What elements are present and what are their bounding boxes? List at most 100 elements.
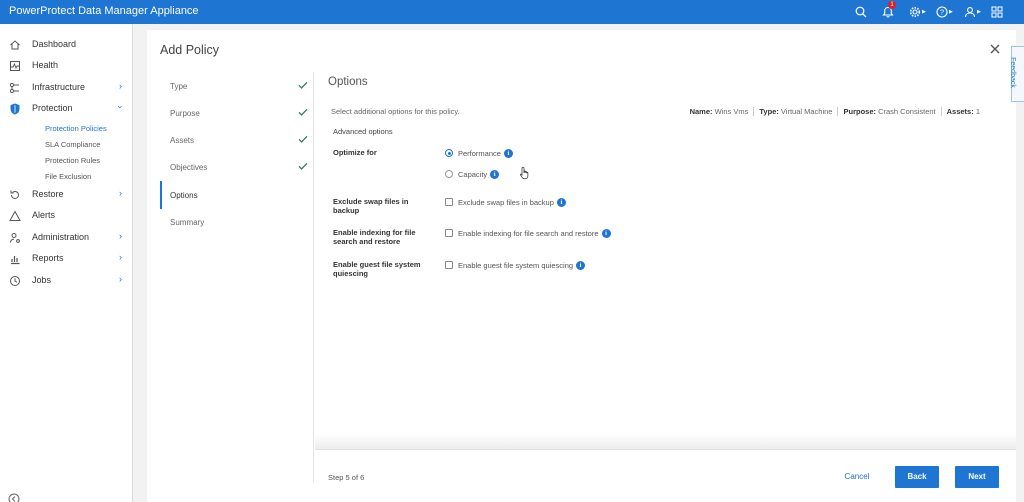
options-panel: Options Select additional options for th…: [315, 72, 1000, 442]
svg-text:?: ?: [940, 8, 944, 17]
notifications-icon[interactable]: 1: [882, 1, 896, 20]
enable-indexing-label: Enable indexing for file search and rest…: [333, 228, 416, 246]
sidebar-item-alerts[interactable]: Alerts: [0, 207, 133, 225]
wizard-step-objectives[interactable]: Objectives: [160, 153, 314, 181]
settings-gear-icon[interactable]: ▶: [909, 4, 926, 20]
sidebar-item-protection[interactable]: Protection ›: [0, 100, 133, 118]
caret-right-icon: ▶: [949, 9, 953, 15]
enable-indexing-checkbox[interactable]: [445, 229, 453, 237]
sidebar-item-jobs[interactable]: Jobs ›: [0, 272, 133, 290]
checkbox-label: Enable indexing for file search and rest…: [458, 228, 599, 238]
checkmark-icon: [298, 162, 308, 170]
footer-divider: [315, 434, 1016, 449]
restore-icon: [10, 190, 19, 199]
exclude-swap-label: Exclude swap files in backup: [333, 197, 409, 215]
sidebar-item-label: Administration: [32, 232, 90, 242]
search-icon[interactable]: [855, 4, 867, 20]
chevron-right-icon: ›: [119, 231, 122, 241]
collapse-sidebar-icon[interactable]: [8, 493, 20, 502]
sidebar-item-label: Reports: [32, 253, 64, 263]
radio-capacity[interactable]: Capacity i: [445, 169, 500, 179]
reports-icon: [11, 256, 20, 265]
section-subtitle: Select additional options for this polic…: [331, 107, 460, 116]
guest-quiescing-label: Enable guest file system quiescing: [333, 260, 421, 278]
radio-label: Performance: [458, 148, 501, 158]
sidebar-subitem-file-exclusion[interactable]: File Exclusion: [45, 172, 91, 181]
info-icon[interactable]: i: [490, 169, 500, 179]
sidebar-subitem-protection-policies[interactable]: Protection Policies: [45, 124, 107, 133]
info-icon[interactable]: i: [576, 260, 586, 270]
home-icon: [10, 40, 20, 50]
exclude-swap-checkbox-row[interactable]: Exclude swap files in backup i: [445, 197, 566, 207]
infrastructure-icon: [9, 82, 19, 94]
policy-summary-meta: Name: Wins Vms Type: Virtual Machine Pur…: [685, 107, 985, 116]
sidebar-item-restore[interactable]: Restore ›: [0, 186, 133, 204]
jobs-icon: [10, 276, 20, 286]
chevron-right-icon: ›: [119, 81, 122, 91]
step-label: Type: [170, 82, 188, 91]
sidebar-item-reports[interactable]: Reports ›: [0, 250, 133, 268]
checkmark-icon: [298, 108, 308, 116]
apps-grid-icon[interactable]: [991, 4, 1003, 20]
wizard-step-type[interactable]: Type: [160, 72, 314, 100]
info-icon[interactable]: i: [503, 148, 513, 158]
guest-quiescing-checkbox-row[interactable]: Enable guest file system quiescing i: [445, 260, 586, 270]
sidebar-item-administration[interactable]: Administration ›: [0, 229, 133, 247]
meta-type-value: Virtual Machine: [780, 107, 833, 116]
user-icon[interactable]: ▶: [964, 4, 981, 20]
radio-label: Capacity: [458, 169, 488, 179]
guest-quiescing-checkbox[interactable]: [445, 261, 453, 269]
sidebar-item-label: Alerts: [32, 210, 56, 220]
cancel-button[interactable]: Cancel: [837, 466, 877, 488]
close-icon[interactable]: [989, 43, 1001, 55]
info-icon[interactable]: i: [556, 197, 566, 207]
meta-name-value: Wins Vms: [714, 107, 749, 116]
next-button[interactable]: Next: [955, 466, 999, 488]
feedback-label: Feedback: [1008, 57, 1016, 88]
info-icon[interactable]: i: [601, 228, 611, 238]
wizard-step-purpose[interactable]: Purpose: [160, 99, 314, 127]
sidebar-item-health[interactable]: Health: [0, 57, 133, 75]
back-button[interactable]: Back: [895, 466, 939, 488]
meta-purpose-label: Purpose:: [843, 107, 876, 116]
radio-performance[interactable]: Performance i: [445, 148, 513, 158]
checkbox-label: Enable guest file system quiescing: [458, 260, 574, 270]
sidebar-item-label: Jobs: [32, 275, 52, 285]
radio-button[interactable]: [445, 149, 453, 157]
sidebar-item-label: Restore: [32, 189, 64, 199]
checkmark-icon: [298, 81, 308, 89]
sidebar-item-dashboard[interactable]: Dashboard: [0, 36, 133, 54]
radio-button[interactable]: [445, 170, 453, 178]
enable-indexing-checkbox-row[interactable]: Enable indexing for file search and rest…: [445, 228, 611, 238]
checkmark-icon: [298, 135, 308, 143]
chevron-right-icon: ›: [119, 188, 122, 198]
step-label: Objectives: [170, 163, 208, 172]
checkbox-label: Exclude swap files in backup: [458, 197, 554, 207]
meta-assets-label: Assets:: [946, 107, 974, 116]
chevron-right-icon: ›: [119, 252, 122, 262]
exclude-swap-checkbox[interactable]: [445, 198, 453, 206]
help-icon[interactable]: ? ▶: [936, 4, 953, 20]
step-label: Purpose: [170, 109, 200, 118]
app-title: PowerProtect Data Manager Appliance: [9, 5, 199, 17]
wizard-step-assets[interactable]: Assets: [160, 126, 314, 154]
hand-cursor-icon: [520, 166, 529, 180]
sidebar: Dashboard Health Infrastructure › Protec…: [0, 24, 133, 502]
step-label: Summary: [170, 218, 205, 227]
wizard-step-summary[interactable]: Summary: [160, 208, 314, 236]
meta-assets-value: 1: [975, 107, 980, 116]
alert-icon: [9, 210, 21, 221]
step-label: Assets: [170, 136, 195, 145]
sidebar-item-infrastructure[interactable]: Infrastructure ›: [0, 79, 133, 97]
meta-name-label: Name:: [689, 107, 713, 116]
sidebar-item-label: Health: [32, 60, 59, 70]
shield-icon: [10, 103, 20, 115]
sidebar-subitem-sla-compliance[interactable]: SLA Compliance: [45, 140, 100, 149]
administration-icon: [10, 233, 20, 243]
top-bar: PowerProtect Data Manager Appliance 1 ▶ …: [0, 0, 1024, 24]
step-label: Options: [170, 191, 198, 200]
feedback-tab[interactable]: Feedback: [1008, 46, 1024, 102]
wizard-step-options[interactable]: Options: [160, 181, 314, 209]
notification-badge: 1: [888, 1, 896, 9]
sidebar-subitem-protection-rules[interactable]: Protection Rules: [45, 156, 100, 165]
